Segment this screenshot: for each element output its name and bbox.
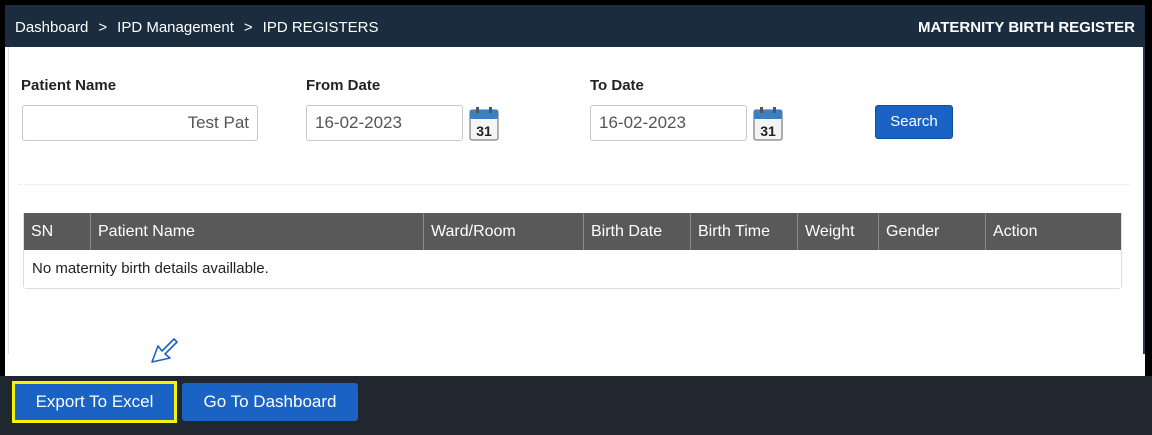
app-frame: Dashboard > IPD Management > IPD REGISTERS M… <box>5 5 1145 431</box>
column-birth-date: Birth Date <box>584 213 691 250</box>
patient-name-label: Patient Name <box>21 77 117 94</box>
calendar-day-text: 31 <box>476 123 492 139</box>
birth-register-table: SN Patient Name Ward/Room Birth Date Bir… <box>23 213 1122 289</box>
export-to-excel-button[interactable]: Export To Excel <box>12 381 177 423</box>
search-button[interactable]: Search <box>875 105 953 139</box>
filter-panel: Patient Name Test Pat From Date 16-02-20… <box>8 47 1145 354</box>
breadcrumb-ipd-management[interactable]: IPD Management <box>117 19 234 36</box>
go-to-dashboard-button[interactable]: Go To Dashboard <box>182 383 358 421</box>
top-bar: Dashboard > IPD Management > IPD REGISTERS M… <box>5 5 1145 47</box>
breadcrumb-ipd-registers[interactable]: IPD REGISTERS <box>263 19 379 36</box>
column-action: Action <box>993 223 1038 240</box>
to-date-label: To Date <box>590 77 644 94</box>
divider <box>19 184 1129 185</box>
calendar-icon[interactable]: 31 <box>753 107 783 141</box>
breadcrumb: Dashboard > IPD Management > IPD REGISTERS <box>15 19 379 36</box>
breadcrumb-separator: > <box>98 19 108 36</box>
patient-name-input[interactable]: Test Pat <box>22 105 258 141</box>
calendar-icon[interactable]: 31 <box>469 107 499 141</box>
column-patient-name: Patient Name <box>91 213 424 250</box>
pointer-arrow-icon <box>151 338 178 363</box>
column-weight: Weight <box>798 213 879 250</box>
breadcrumb-separator: > <box>243 19 253 36</box>
from-date-input[interactable]: 16-02-2023 <box>306 105 463 141</box>
column-sn: SN <box>24 213 91 250</box>
breadcrumb-dashboard[interactable]: Dashboard <box>15 19 88 36</box>
empty-table-message: No maternity birth details availlable. <box>24 250 1121 288</box>
column-ward-room: Ward/Room <box>424 213 584 250</box>
from-date-label: From Date <box>306 77 381 94</box>
column-gender: Gender <box>879 213 986 250</box>
page-title: MATERNITY BIRTH REGISTER <box>918 19 1135 36</box>
table-header: SN Patient Name Ward/Room Birth Date Bir… <box>24 213 1121 250</box>
to-date-input[interactable]: 16-02-2023 <box>590 105 747 141</box>
calendar-day-text: 31 <box>760 123 776 139</box>
column-birth-time: Birth Time <box>691 213 798 250</box>
